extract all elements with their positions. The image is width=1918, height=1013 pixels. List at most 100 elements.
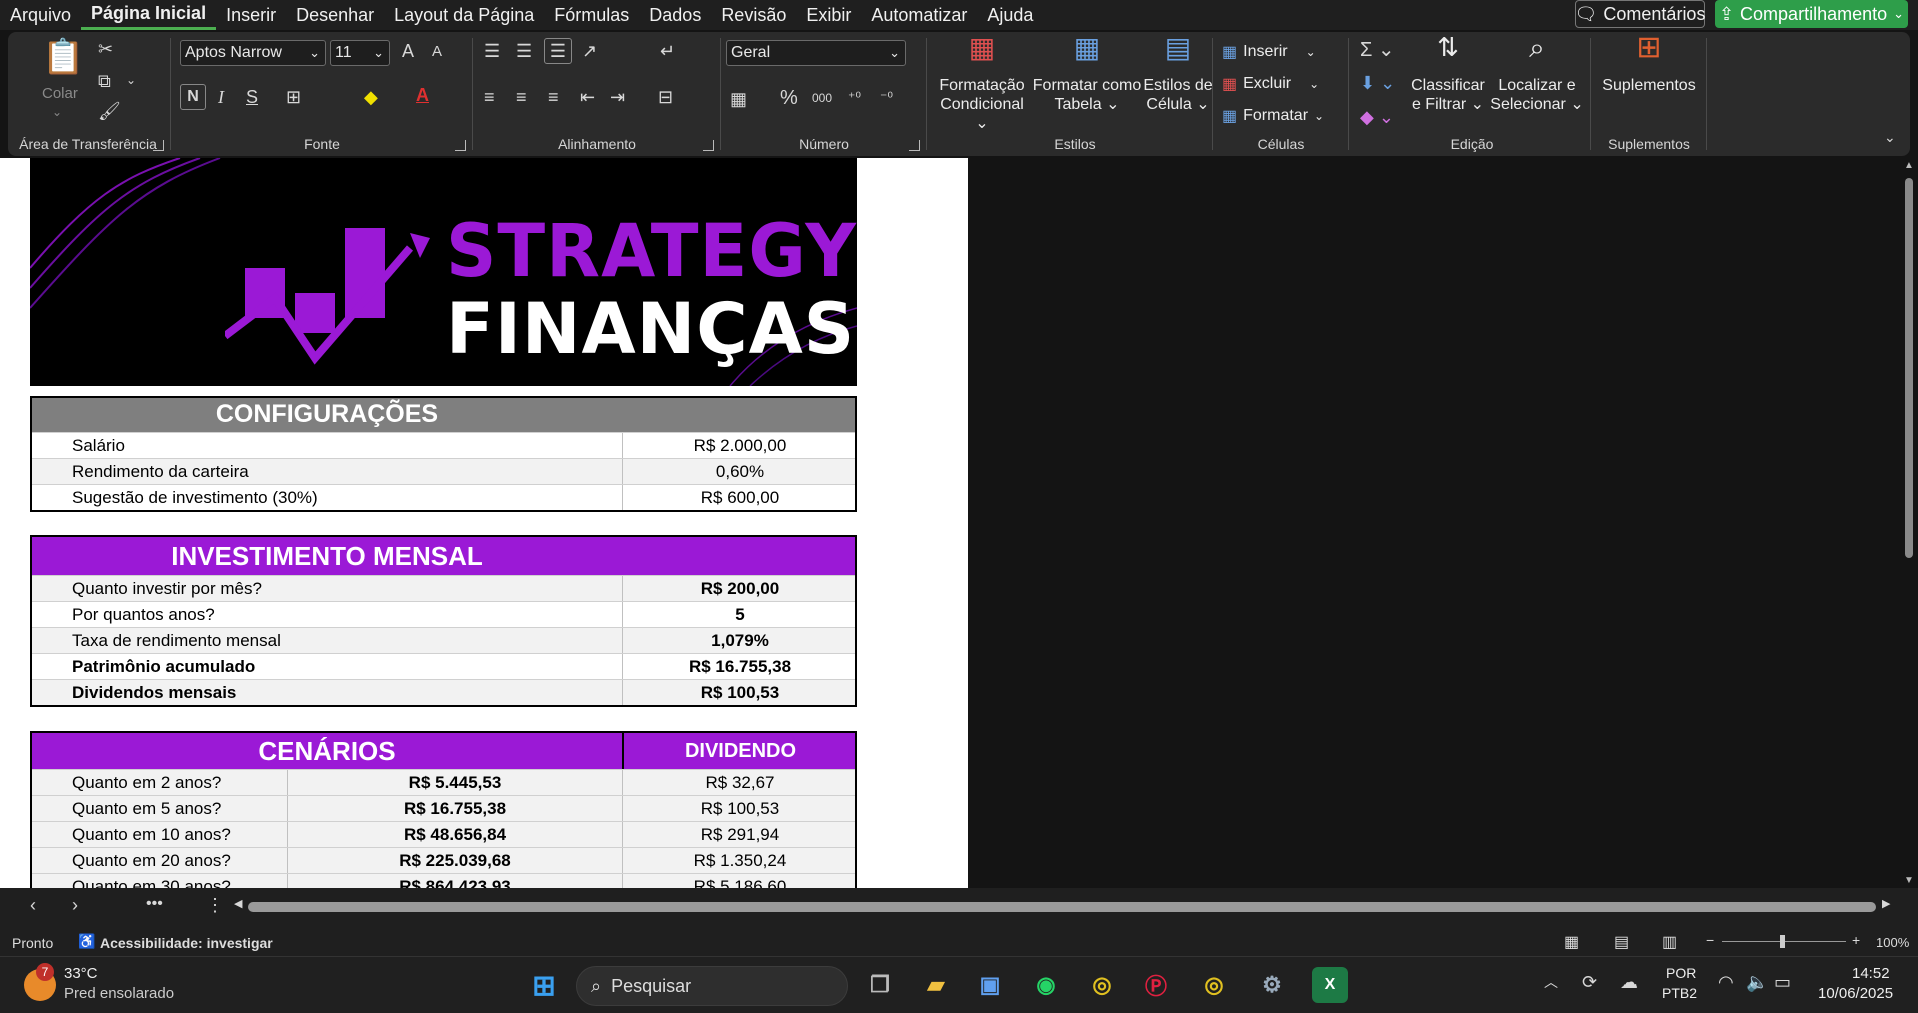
more-sheets-icon[interactable]: ••• [146,896,163,912]
table-row[interactable]: Quanto investir por mês? R$ 200,00 [32,575,855,601]
launcher-icon[interactable] [703,140,714,151]
zoom-level[interactable]: 100% [1876,935,1909,950]
scroll-down-icon[interactable]: ▼ [1904,875,1914,886]
menu-pagina-inicial[interactable]: Página Inicial [81,0,217,30]
align-bottom-icon[interactable]: ☰ [544,38,572,64]
task-view-icon[interactable]: ❐ [862,967,898,1003]
align-middle-icon[interactable]: ☰ [516,42,532,60]
table-row[interactable]: Salário R$ 2.000,00 [32,432,855,458]
language-secondary[interactable]: PTB2 [1662,985,1697,1001]
menu-inserir[interactable]: Inserir [216,0,286,30]
align-left-icon[interactable]: ≡ [484,88,495,106]
number-format-select[interactable]: Geral ⌄ [726,40,906,66]
zoom-slider-thumb[interactable] [1780,935,1785,948]
page-layout-view-icon[interactable]: ▤ [1614,932,1629,952]
table-row[interactable]: Quanto em 20 anos? R$ 225.039,68 R$ 1.350,… [32,847,855,873]
sync-icon[interactable]: ⟳ [1582,973,1597,991]
font-size-select[interactable]: 11 ⌄ [330,40,390,66]
page-break-view-icon[interactable]: ▥ [1662,932,1677,952]
fill-color-icon[interactable]: ◆ [364,88,378,106]
accessibility-icon[interactable]: ♿ [78,933,95,950]
taskbar-search[interactable]: ⌕ Pesquisar [576,966,848,1006]
empty-sheet-area[interactable] [968,158,1900,888]
decrease-decimal-icon[interactable]: ⁻⁰ [880,90,893,104]
battery-icon[interactable]: ▭ [1774,973,1791,991]
table-row[interactable]: Quanto em 30 anos? R$ 864.423,93 R$ 5.186,… [32,873,855,888]
launcher-icon[interactable] [455,140,466,151]
chrome-profile-icon[interactable]: ◎ [1196,967,1232,1003]
copy-icon[interactable]: ⧉ [98,72,111,90]
addins-button[interactable]: ⊞ Suplementos [1600,33,1698,95]
next-sheet-icon[interactable]: › [72,896,78,914]
excel-icon[interactable]: X [1312,967,1348,1003]
vertical-scroll-thumb[interactable] [1905,178,1913,558]
chevron-down-icon[interactable]: ⌄ [126,74,136,86]
collapse-ribbon-icon[interactable]: ⌄ [1884,130,1896,144]
menu-desenhar[interactable]: Desenhar [286,0,384,30]
menu-arquivo[interactable]: Arquivo [0,0,81,30]
table-row[interactable]: Sugestão de investimento (30%) R$ 600,00 [32,484,855,510]
table-row[interactable]: Quanto em 10 anos? R$ 48.656,84 R$ 291,94 [32,821,855,847]
format-cells-button[interactable]: ▦ Formatar ⌄ [1222,106,1324,126]
italic-button[interactable]: I [218,88,224,106]
format-painter-icon[interactable]: 🖌 [98,102,121,120]
zoom-out-icon[interactable]: − [1706,932,1714,948]
chevron-up-icon[interactable]: ︿ [1544,975,1558,989]
cloud-icon[interactable]: ☁ [1620,973,1638,991]
orientation-icon[interactable]: ↗ [582,42,597,60]
wrap-text-icon[interactable]: ↵ [660,42,675,60]
whatsapp-icon[interactable]: ◉ [1028,967,1064,1003]
menu-formulas[interactable]: Fórmulas [544,0,639,30]
chrome-icon[interactable]: ◎ [1084,967,1120,1003]
normal-view-icon[interactable]: ▦ [1564,932,1579,952]
table-row[interactable]: Quanto em 2 anos? R$ 5.445,53 R$ 32,67 [32,769,855,795]
increase-indent-icon[interactable]: ⇥ [610,88,625,106]
font-color-icon[interactable]: A [416,86,429,104]
grow-font-icon[interactable]: A [402,42,414,60]
autosum-icon[interactable]: Σ ⌄ [1360,40,1395,60]
table-row[interactable]: Rendimento da carteira 0,60% [32,458,855,484]
share-button[interactable]: ⇪ Compartilhamento ⌄ [1715,0,1908,28]
comments-button[interactable]: 🗨 Comentários [1575,0,1705,28]
clear-icon[interactable]: ◆ ⌄ [1360,108,1394,126]
zoom-in-icon[interactable]: + [1852,932,1860,948]
underline-button[interactable]: S [246,88,258,106]
volume-icon[interactable]: 🔈 [1746,973,1768,991]
table-row[interactable]: Por quantos anos? 5 [32,601,855,627]
find-select-button[interactable]: ⌕ Localizar e Selecionar ⌄ [1490,34,1584,114]
table-row[interactable]: Quanto em 5 anos? R$ 16.755,38 R$ 100,53 [32,795,855,821]
tab-split-icon[interactable]: ⋮ [206,896,224,914]
paste-icon[interactable]: 📋 [42,40,84,74]
cell-styles-button[interactable]: ▤ Estilos de Célula ⌄ [1140,34,1216,114]
menu-exibir[interactable]: Exibir [796,0,861,30]
delete-cells-button[interactable]: ▦ Excluir ⌄ [1222,74,1319,94]
font-name-select[interactable]: Aptos Narrow ⌄ [180,40,326,66]
horizontal-scrollbar[interactable] [248,902,1876,912]
increase-decimal-icon[interactable]: ⁺⁰ [848,90,861,104]
sort-filter-button[interactable]: ⇅ Classificar e Filtrar ⌄ [1408,34,1488,114]
shrink-font-icon[interactable]: A [432,44,442,59]
percent-button[interactable]: % [780,88,798,108]
wifi-icon[interactable]: ◠ [1718,973,1734,991]
launcher-icon[interactable] [909,140,920,151]
menu-revisao[interactable]: Revisão [711,0,796,30]
insert-cells-button[interactable]: ▦ Inserir ⌄ [1222,42,1316,62]
conditional-formatting-button[interactable]: ▦ Formatação Condicional ⌄ [932,34,1032,133]
scroll-right-icon[interactable]: ▶ [1882,899,1890,910]
fill-icon[interactable]: ⬇ ⌄ [1360,74,1395,92]
clock-date[interactable]: 10/06/2025 [1818,985,1893,1002]
chevron-down-icon[interactable]: ⌄ [52,106,62,118]
settings-gear-icon[interactable]: ⚙ [1254,967,1290,1003]
vertical-scrollbar[interactable]: ▲ ▼ [1900,158,1918,888]
bold-button[interactable]: N [180,84,206,110]
file-explorer-icon[interactable]: ▰ [918,967,954,1003]
align-right-icon[interactable]: ≡ [548,88,559,106]
language-primary[interactable]: POR [1666,965,1696,981]
weather-temp[interactable]: 33°C [64,965,98,982]
align-top-icon[interactable]: ☰ [484,42,500,60]
menu-layout[interactable]: Layout da Página [384,0,544,30]
menu-ajuda[interactable]: Ajuda [977,0,1043,30]
clock-time[interactable]: 14:52 [1852,965,1890,982]
scroll-left-icon[interactable]: ◀ [234,899,242,910]
prev-sheet-icon[interactable]: ‹ [30,896,36,914]
